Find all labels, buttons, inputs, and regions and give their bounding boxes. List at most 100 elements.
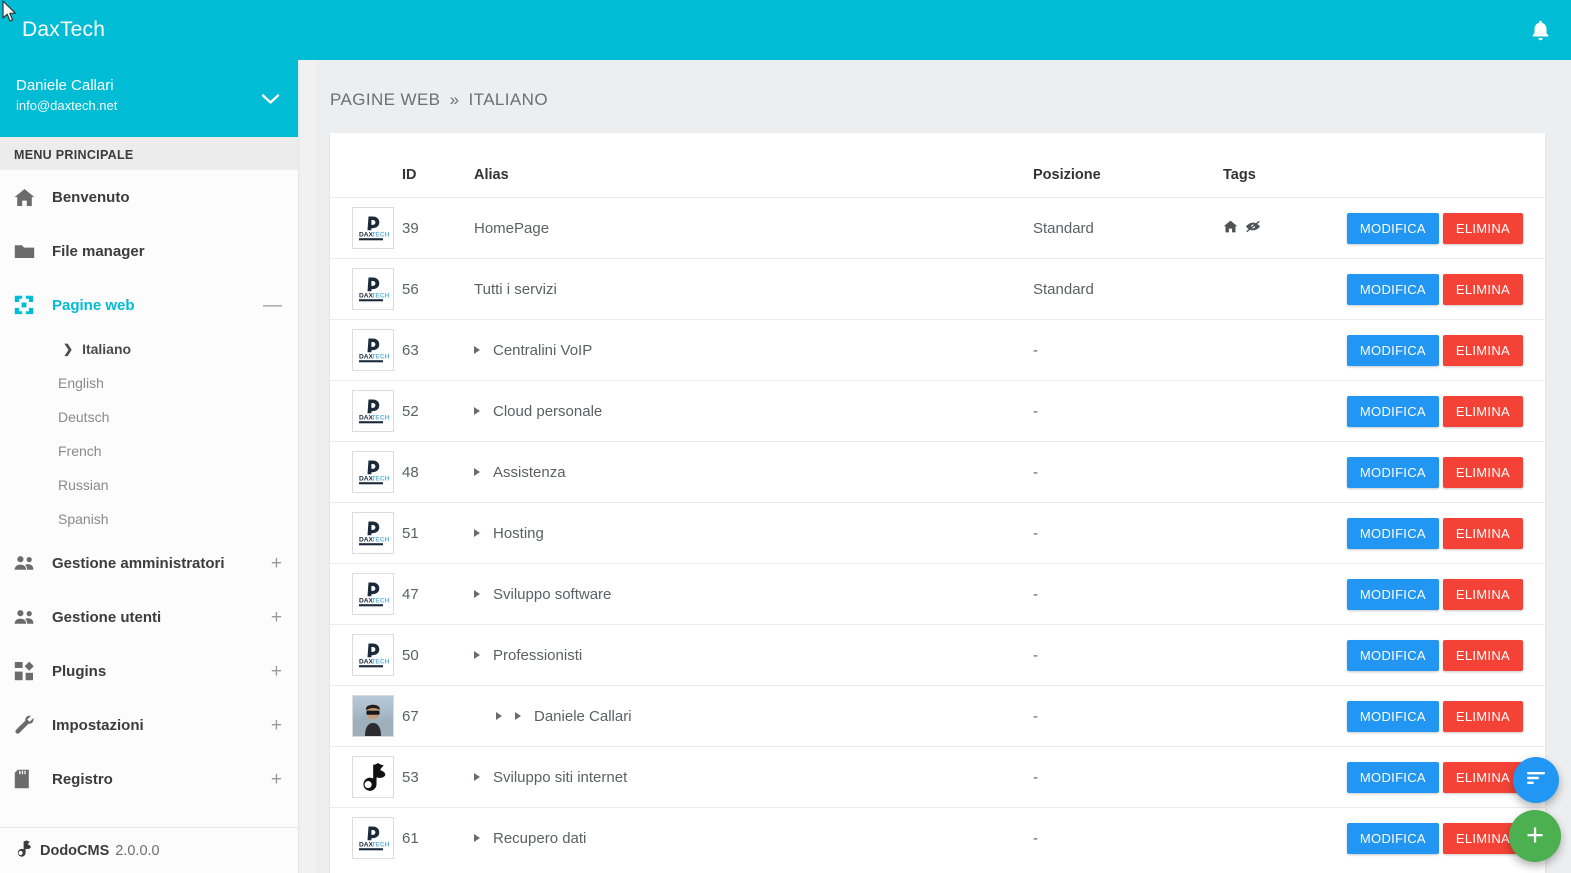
sidebar-item-french[interactable]: French <box>0 434 298 468</box>
expand-toggle-icon[interactable] <box>474 834 480 843</box>
row-alias[interactable]: Tutti i servizi <box>474 281 557 298</box>
sidebar-item-benvenuto[interactable]: Benvenuto <box>0 170 298 224</box>
row-tags-cell <box>1223 197 1345 259</box>
edit-button[interactable]: MODIFICA <box>1346 334 1439 366</box>
delete-button[interactable]: ELIMINA <box>1442 639 1523 671</box>
row-actions-cell: MODIFICA ELIMINA <box>1345 380 1545 442</box>
page-thumbnail[interactable]: DAX TECH <box>352 268 394 310</box>
sidebar-item-pagine-web[interactable]: Pagine web — <box>0 278 298 332</box>
table-row[interactable]: DAX TECH 61 Recupero dati - MODIFICA ELIMINA <box>330 807 1545 869</box>
row-alias[interactable]: Cloud personale <box>493 403 602 420</box>
table-row[interactable]: DAX TECH 50 Professionisti - MODIFICA ELIMINA <box>330 624 1545 686</box>
page-thumbnail[interactable] <box>352 756 394 798</box>
row-alias[interactable]: Centralini VoIP <box>493 342 592 359</box>
edit-button[interactable]: MODIFICA <box>1346 517 1439 549</box>
delete-button[interactable]: ELIMINA <box>1442 212 1523 244</box>
row-alias[interactable]: Daniele Callari <box>534 708 632 725</box>
sort-fab[interactable] <box>1513 757 1559 803</box>
add-fab[interactable]: + <box>1509 810 1561 862</box>
edit-button[interactable]: MODIFICA <box>1346 212 1439 244</box>
row-thumbnail-cell: DAX TECH <box>330 502 402 564</box>
row-alias[interactable]: Assistenza <box>493 464 566 481</box>
row-alias[interactable]: HomePage <box>474 220 549 237</box>
expand-toggle-icon[interactable] <box>474 468 480 476</box>
edit-button[interactable]: MODIFICA <box>1346 456 1439 488</box>
expand-toggle-icon[interactable] <box>474 407 480 415</box>
edit-button[interactable]: MODIFICA <box>1346 273 1439 305</box>
page-thumbnail[interactable]: DAX TECH <box>352 390 394 432</box>
table-row[interactable]: DAX TECH 52 Cloud personale - MODIFICA ELIMINA <box>330 380 1545 442</box>
row-alias[interactable]: Hosting <box>493 525 544 542</box>
row-alias[interactable]: Sviluppo siti internet <box>493 769 627 786</box>
sidebar-item-deutsch[interactable]: Deutsch <box>0 400 298 434</box>
table-row[interactable]: DAX TECH 47 Sviluppo software - MODIFICA ELIMI… <box>330 563 1545 625</box>
expand-toggle-icon[interactable] <box>474 346 480 354</box>
sidebar-item-impostazioni[interactable]: Impostazioni + <box>0 698 298 752</box>
sidebar-item-gestione-utenti[interactable]: Gestione utenti + <box>0 590 298 644</box>
row-alias-cell: Recupero dati <box>474 807 1033 869</box>
row-alias[interactable]: Professionisti <box>493 647 582 664</box>
delete-button[interactable]: ELIMINA <box>1442 578 1523 610</box>
row-id: 53 <box>402 746 474 808</box>
delete-button[interactable]: ELIMINA <box>1442 395 1523 427</box>
expand-toggle-icon[interactable] <box>496 712 502 720</box>
row-id: 48 <box>402 441 474 503</box>
delete-button[interactable]: ELIMINA <box>1442 517 1523 549</box>
table-row[interactable]: DAX TECH 39 HomePage Standard MODIFICA ELIMINA <box>330 197 1545 259</box>
page-thumbnail[interactable]: DAX TECH <box>352 451 394 493</box>
page-thumbnail[interactable]: DAX TECH <box>352 573 394 615</box>
table-row[interactable]: DAX TECH 48 Assistenza - MODIFICA ELIMINA <box>330 441 1545 503</box>
sidebar-item-file-manager[interactable]: File manager <box>0 224 298 278</box>
page-thumbnail[interactable]: DAX TECH <box>352 329 394 371</box>
breadcrumb-root[interactable]: PAGINE WEB <box>330 90 440 109</box>
delete-button[interactable]: ELIMINA <box>1442 761 1523 793</box>
expand-toggle-icon[interactable] <box>474 773 480 781</box>
edit-button[interactable]: MODIFICA <box>1346 822 1439 854</box>
sidebar-item-registro[interactable]: Registro + <box>0 752 298 806</box>
delete-button[interactable]: ELIMINA <box>1442 273 1523 305</box>
expand-toggle-icon[interactable] <box>474 529 480 537</box>
table-row[interactable]: 67 Daniele Callari - MODIFICA ELIMINA <box>330 685 1545 747</box>
sidebar-user-panel[interactable]: Daniele Callari info@daxtech.net <box>0 60 298 137</box>
sidebar-item-italiano[interactable]: ❯ Italiano <box>0 332 298 366</box>
sidebar-item-spanish[interactable]: Spanish <box>0 502 298 536</box>
sidebar-item-gestione-amministratori[interactable]: Gestione amministratori + <box>0 536 298 590</box>
edit-button[interactable]: MODIFICA <box>1346 761 1439 793</box>
page-thumbnail[interactable] <box>352 695 394 737</box>
row-actions-cell: MODIFICA ELIMINA <box>1345 319 1545 381</box>
edit-button[interactable]: MODIFICA <box>1346 578 1439 610</box>
page-thumbnail[interactable]: DAX TECH <box>352 634 394 676</box>
page-thumbnail[interactable]: DAX TECH <box>352 207 394 249</box>
sidebar-item-russian[interactable]: Russian <box>0 468 298 502</box>
sidebar-item-plugins[interactable]: Plugins + <box>0 644 298 698</box>
edit-button[interactable]: MODIFICA <box>1346 639 1439 671</box>
delete-button[interactable]: ELIMINA <box>1442 334 1523 366</box>
edit-button[interactable]: MODIFICA <box>1346 700 1439 732</box>
sidebar-scrollbar[interactable] <box>300 60 316 873</box>
row-alias[interactable]: Sviluppo software <box>493 586 611 603</box>
row-alias-cell: Cloud personale <box>474 380 1033 442</box>
edit-button[interactable]: MODIFICA <box>1346 395 1439 427</box>
notifications-button[interactable] <box>1509 0 1571 60</box>
sidebar-item-english[interactable]: English <box>0 366 298 400</box>
app-brand[interactable]: DaxTech <box>0 18 299 42</box>
sidebar-item-sign: + <box>270 552 282 574</box>
chevron-down-icon[interactable] <box>261 76 280 110</box>
page-thumbnail[interactable]: DAX TECH <box>352 512 394 554</box>
table-row[interactable]: DAX TECH 63 Centralini VoIP - MODIFICA ELIMINA <box>330 319 1545 381</box>
expand-toggle-icon[interactable] <box>474 590 480 598</box>
row-tags-cell <box>1223 380 1345 442</box>
delete-button[interactable]: ELIMINA <box>1442 700 1523 732</box>
row-alias[interactable]: Recupero dati <box>493 830 586 847</box>
breadcrumb-current: ITALIANO <box>468 90 548 109</box>
expand-toggle-icon[interactable] <box>474 651 480 659</box>
table-row[interactable]: 53 Sviluppo siti internet - MODIFICA ELIMINA <box>330 746 1545 808</box>
sidebar-item-label: Gestione amministratori <box>52 554 225 572</box>
delete-button[interactable]: ELIMINA <box>1442 456 1523 488</box>
sidebar-item-sign: + <box>270 660 282 682</box>
page-thumbnail[interactable]: DAX TECH <box>352 817 394 860</box>
table-row[interactable]: DAX TECH 56 Tutti i servizi Standard MODIFICA… <box>330 258 1545 320</box>
expand-toggle-icon[interactable] <box>515 712 521 720</box>
table-row[interactable]: DAX TECH 51 Hosting - MODIFICA ELIMINA <box>330 502 1545 564</box>
breadcrumb-separator: » <box>449 90 460 109</box>
